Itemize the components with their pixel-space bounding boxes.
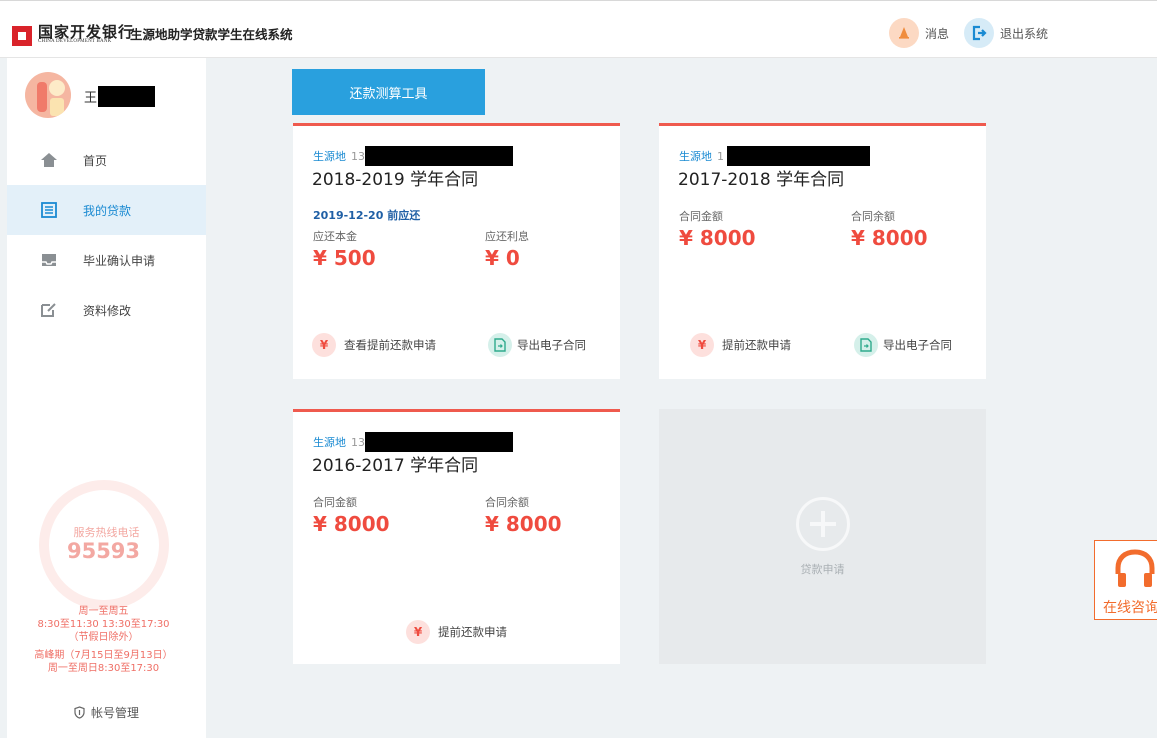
- hours-line: 高峰期（7月15日至9月13日）: [34, 650, 173, 661]
- bell-icon: [889, 18, 919, 48]
- redacted-id: [365, 146, 513, 166]
- field-label: 应还利息: [485, 230, 529, 243]
- logout-label: 退出系统: [1000, 26, 1049, 41]
- hours-line: 8:30至11:30 13:30至17:30: [37, 619, 170, 630]
- edit-icon: [39, 300, 59, 320]
- yen-icon: ¥: [690, 333, 714, 357]
- field-value: ¥ 500: [313, 246, 376, 270]
- messages-button[interactable]: 消息: [889, 18, 949, 48]
- system-title: 生源地助学贷款学生在线系统: [130, 27, 293, 42]
- yen-icon: ¥: [312, 333, 336, 357]
- contract-source: 生源地 13: [313, 146, 513, 166]
- sidebar-item-label: 我的贷款: [83, 203, 132, 218]
- redacted-name: [98, 86, 156, 107]
- contract-title: 2018-2019 学年合同: [312, 170, 479, 190]
- field-value: ¥ 8000: [485, 512, 562, 536]
- field-value: ¥ 8000: [851, 226, 928, 250]
- account-label: 帐号管理: [90, 706, 139, 720]
- sidebar-item-label: 首页: [83, 153, 108, 168]
- view-prepayment-button[interactable]: ¥ 查看提前还款申请: [312, 333, 436, 357]
- list-icon: [39, 200, 59, 220]
- sidebar-item-my-loans[interactable]: 我的贷款: [7, 185, 206, 235]
- account-management-link[interactable]: 帐号管理: [7, 704, 206, 721]
- redacted-id: [727, 146, 870, 166]
- sidebar-item-profile-edit[interactable]: 资料修改: [7, 285, 206, 335]
- field-label: 应还本金: [313, 230, 357, 243]
- add-loan-card[interactable]: 贷款申请: [659, 409, 986, 664]
- contract-card: 生源地 1 2017-2018 学年合同 合同金额 ¥ 8000 合同余额 ¥ …: [659, 123, 986, 379]
- field-value: ¥ 8000: [679, 226, 756, 250]
- user-name: 王: [84, 86, 156, 107]
- field-label: 合同金额: [679, 210, 723, 223]
- source-label: 生源地: [313, 436, 346, 449]
- inbox-icon: [39, 250, 59, 270]
- repayment-calculator-button[interactable]: 还款测算工具: [292, 69, 485, 115]
- home-icon: [39, 150, 59, 170]
- sidebar-item-graduation[interactable]: 毕业确认申请: [7, 235, 206, 285]
- shield-icon: [74, 706, 85, 719]
- contract-id: 1: [717, 149, 724, 163]
- add-loan-label: 贷款申请: [800, 563, 845, 576]
- hotline-label: 服务热线电话: [73, 526, 140, 539]
- hours-line: （节假日除外）: [68, 632, 139, 643]
- logout-button[interactable]: 退出系统: [964, 18, 1048, 48]
- online-consult-button[interactable]: 在线咨询: [1094, 540, 1157, 620]
- hours-line: 周一至周日8:30至17:30: [47, 663, 160, 674]
- contract-id: 13: [351, 435, 365, 449]
- contract-card: 生源地 13 2018-2019 学年合同 2019-12-20 前应还 应还本…: [293, 123, 620, 379]
- avatar[interactable]: [25, 72, 71, 118]
- sidebar: 王 首页 我的贷款 毕业确认申请 资料修改 服务热线电话 95593 周一至周五…: [7, 58, 206, 738]
- prepayment-request-button[interactable]: ¥ 提前还款申请: [690, 333, 791, 357]
- export-contract-button[interactable]: 导出电子合同: [488, 333, 586, 357]
- action-label: 导出电子合同: [517, 338, 586, 352]
- source-label: 生源地: [313, 150, 346, 163]
- consult-label: 在线咨询: [1103, 600, 1157, 616]
- messages-label: 消息: [925, 26, 950, 41]
- plus-circle-icon: [796, 497, 850, 551]
- contract-source: 生源地 1: [679, 146, 870, 166]
- yen-icon: ¥: [406, 620, 430, 644]
- field-label: 合同余额: [851, 210, 895, 223]
- contract-title: 2016-2017 学年合同: [312, 456, 479, 476]
- contract-card: 生源地 13 2016-2017 学年合同 合同金额 ¥ 8000 合同余额 ¥…: [293, 409, 620, 664]
- hotline-number: 95593: [66, 539, 141, 563]
- field-label: 合同余额: [485, 496, 529, 509]
- contract-source: 生源地 13: [313, 432, 513, 452]
- field-label: 合同金额: [313, 496, 357, 509]
- document-export-icon: [488, 333, 512, 357]
- action-label: 提前还款申请: [722, 338, 791, 352]
- contract-id: 13: [351, 149, 365, 163]
- bank-name-en: CHINA DEVELOPMENT BANK: [38, 39, 112, 44]
- contract-title: 2017-2018 学年合同: [678, 170, 845, 190]
- due-date: 2019-12-20 前应还: [313, 209, 421, 222]
- source-label: 生源地: [679, 150, 712, 163]
- bank-logo-icon: [12, 26, 32, 46]
- redacted-id: [365, 432, 513, 452]
- document-export-icon: [854, 333, 878, 357]
- action-label: 提前还款申请: [438, 625, 507, 639]
- headset-icon: [1113, 547, 1157, 595]
- top-header: 国家开发银行 CHINA DEVELOPMENT BANK 生源地助学贷款学生在…: [0, 0, 1157, 58]
- action-label: 导出电子合同: [883, 338, 952, 352]
- user-name-text: 王: [84, 91, 98, 106]
- export-contract-button[interactable]: 导出电子合同: [854, 333, 952, 357]
- sidebar-item-label: 毕业确认申请: [83, 253, 156, 268]
- prepayment-request-button[interactable]: ¥ 提前还款申请: [406, 620, 507, 644]
- sidebar-item-home[interactable]: 首页: [7, 135, 206, 185]
- action-label: 查看提前还款申请: [344, 338, 436, 352]
- sidebar-item-label: 资料修改: [83, 303, 132, 318]
- logout-icon: [964, 18, 994, 48]
- hours-line: 周一至周五: [78, 606, 129, 617]
- field-value: ¥ 0: [485, 246, 520, 270]
- field-value: ¥ 8000: [313, 512, 390, 536]
